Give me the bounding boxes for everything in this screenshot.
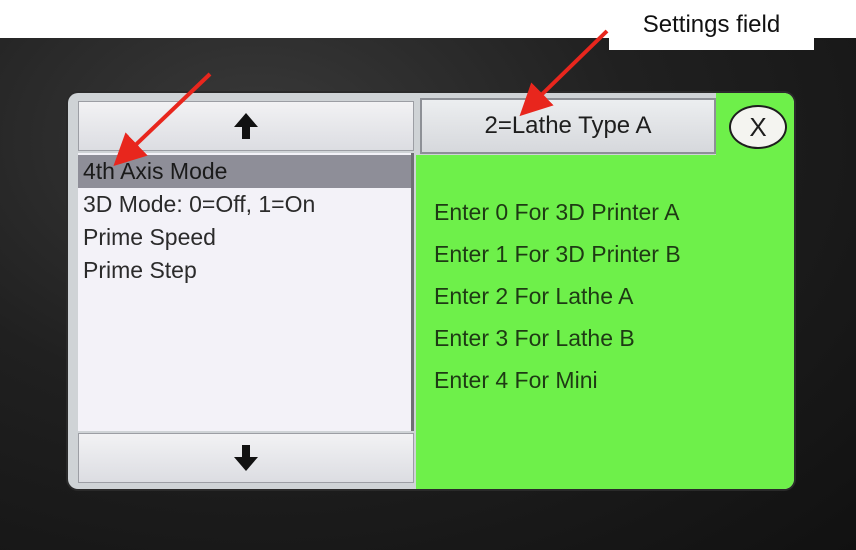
option-text: Enter 1 For 3D Printer B <box>434 241 681 267</box>
settings-field[interactable]: 2=Lathe Type A <box>420 98 716 154</box>
option-text: Enter 2 For Lathe A <box>434 283 634 309</box>
touch-screen: 4th Axis Mode 3D Mode: 0=Off, 1=On Prime… <box>68 93 794 489</box>
annotation-label: Settings field <box>609 0 814 50</box>
scroll-up-button[interactable] <box>78 101 414 151</box>
scroll-down-button[interactable] <box>78 433 414 483</box>
option-text: Enter 3 For Lathe B <box>434 325 635 351</box>
list-item-4th-axis-mode[interactable]: 4th Axis Mode <box>78 155 411 188</box>
annotation-label-text: Settings field <box>642 11 781 38</box>
option-text: Enter 0 For 3D Printer A <box>434 199 680 225</box>
arrow-down-icon <box>234 445 258 471</box>
list-item-prime-speed[interactable]: Prime Speed <box>78 221 411 254</box>
list-item-prime-step[interactable]: Prime Step <box>78 254 411 287</box>
list-item-3d-mode[interactable]: 3D Mode: 0=Off, 1=On <box>78 188 411 221</box>
parameter-list: 4th Axis Mode 3D Mode: 0=Off, 1=On Prime… <box>78 153 414 431</box>
arrow-up-icon <box>234 113 258 139</box>
option-text: Enter 4 For Mini <box>434 367 598 393</box>
settings-field-value: 2=Lathe Type A <box>484 112 652 139</box>
close-button[interactable]: X <box>729 105 787 149</box>
close-icon: X <box>749 111 767 142</box>
